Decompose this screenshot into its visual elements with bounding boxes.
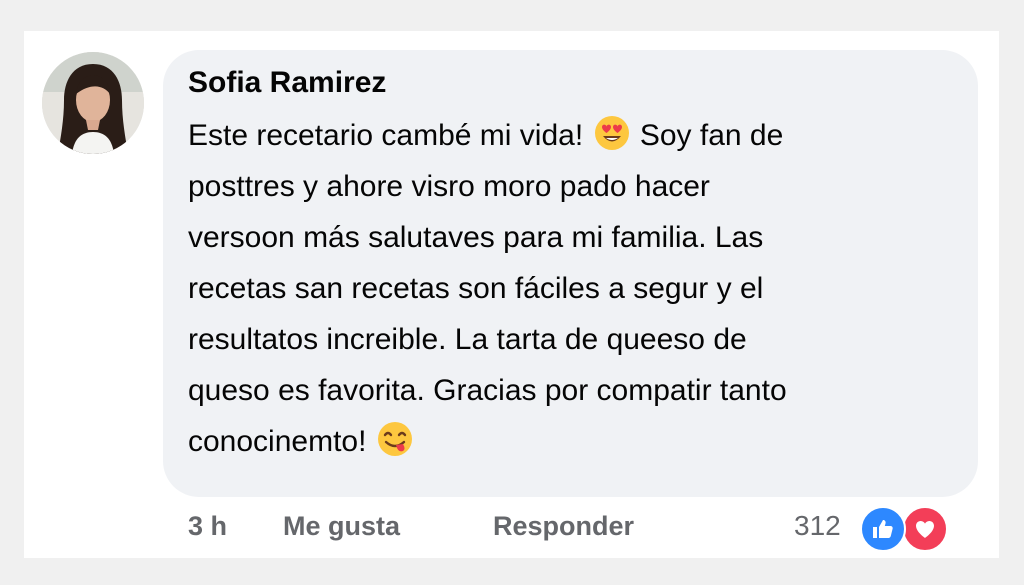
comment-line: resultatos increible. La tarta de queeso… [188, 323, 747, 356]
reaction-count[interactable]: 312 [794, 508, 841, 544]
avatar[interactable] [42, 52, 144, 154]
reply-button[interactable]: Responder [493, 508, 634, 544]
comment-text: Este recetario cambé mi vida! Soy fan de… [188, 110, 958, 467]
comment-line: conocinemto! [188, 416, 958, 467]
comment-line: queso es favorita. Gracias por compatir … [188, 374, 787, 407]
love-reaction-icon [902, 506, 948, 552]
comment-line: recetas san recetas son fáciles a segur … [188, 272, 764, 305]
comment-author[interactable]: Sofia Ramirez [188, 64, 386, 102]
reactions-summary[interactable] [860, 506, 950, 552]
comment-line: versoon más salutaves para mi familia. L… [188, 221, 764, 254]
like-reaction-icon [860, 506, 906, 552]
comment-timestamp[interactable]: 3 h [188, 508, 227, 544]
like-button[interactable]: Me gusta [283, 508, 400, 544]
comment-line: posttres y ahore visro moro pado hacer [188, 170, 710, 203]
heart-eyes-emoji-icon [593, 114, 631, 152]
comment-line: Este recetario cambé mi vida! Soy fan de [188, 110, 958, 161]
yum-emoji-icon [376, 420, 414, 458]
